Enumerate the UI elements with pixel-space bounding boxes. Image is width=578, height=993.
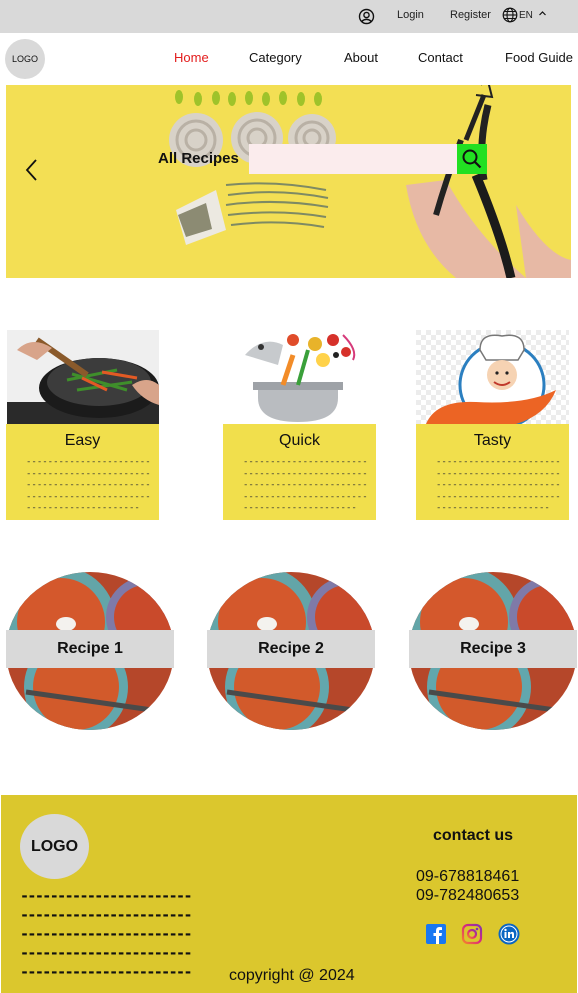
search-icon <box>462 149 482 169</box>
globe-icon[interactable] <box>502 7 518 23</box>
search-button[interactable] <box>457 144 487 174</box>
login-link[interactable]: Login <box>397 9 424 21</box>
language-selector[interactable]: EN <box>519 10 533 21</box>
recipe-3-title[interactable]: Recipe 3 <box>409 630 577 668</box>
recipe-1-title[interactable]: Recipe 1 <box>6 630 174 668</box>
nav-food-guide[interactable]: Food Guide <box>505 50 573 65</box>
card-title: Quick <box>279 432 320 449</box>
search-input[interactable] <box>249 144 457 174</box>
recipe-2-title[interactable]: Recipe 2 <box>207 630 375 668</box>
nav-contact[interactable]: Contact <box>418 50 463 65</box>
contact-title: contact us <box>433 827 514 844</box>
hero-banner: All Recipes <box>6 85 571 278</box>
card-title: Easy <box>64 432 101 449</box>
quick-card[interactable]: Quick ----------------------- ----------… <box>223 424 376 520</box>
nav-about[interactable]: About <box>344 50 378 65</box>
easy-card[interactable]: Easy ----------------------- -----------… <box>6 424 159 520</box>
nav-category[interactable]: Category <box>249 50 302 65</box>
quick-card-image <box>223 330 376 424</box>
top-utility-bar: Login Register EN <box>0 0 578 33</box>
card-title: Tasty <box>473 432 512 449</box>
tasty-card[interactable]: Tasty ----------------------- ----------… <box>416 424 569 520</box>
linkedin-icon[interactable] <box>498 923 520 945</box>
card-placeholder-text: ----------------------- ----------------… <box>243 457 368 513</box>
phone-number[interactable]: 09-782480653 <box>416 887 519 905</box>
register-link[interactable]: Register <box>450 9 491 21</box>
copyright-text: copyright @ 2024 <box>229 967 355 984</box>
footer-placeholder-text: ----------------------- ----------------… <box>20 887 193 981</box>
easy-card-image <box>7 330 159 424</box>
instagram-icon[interactable] <box>461 923 483 945</box>
nav-home[interactable]: Home <box>174 50 209 65</box>
card-placeholder-text: ----------------------- ----------------… <box>26 457 151 513</box>
caret-up-icon[interactable] <box>538 9 547 18</box>
card-placeholder-text: ----------------------- ----------------… <box>436 457 561 513</box>
chevron-left-icon[interactable] <box>24 158 40 182</box>
header-logo[interactable]: LOGO <box>5 39 45 79</box>
footer-logo[interactable]: LOGO <box>20 814 89 879</box>
tasty-card-image <box>416 330 569 424</box>
facebook-icon[interactable] <box>425 923 447 945</box>
hero-food-image <box>169 85 571 278</box>
user-icon[interactable] <box>358 8 375 25</box>
phone-number[interactable]: 09-678818461 <box>416 868 519 886</box>
all-recipes-label: All Recipes <box>158 150 239 167</box>
